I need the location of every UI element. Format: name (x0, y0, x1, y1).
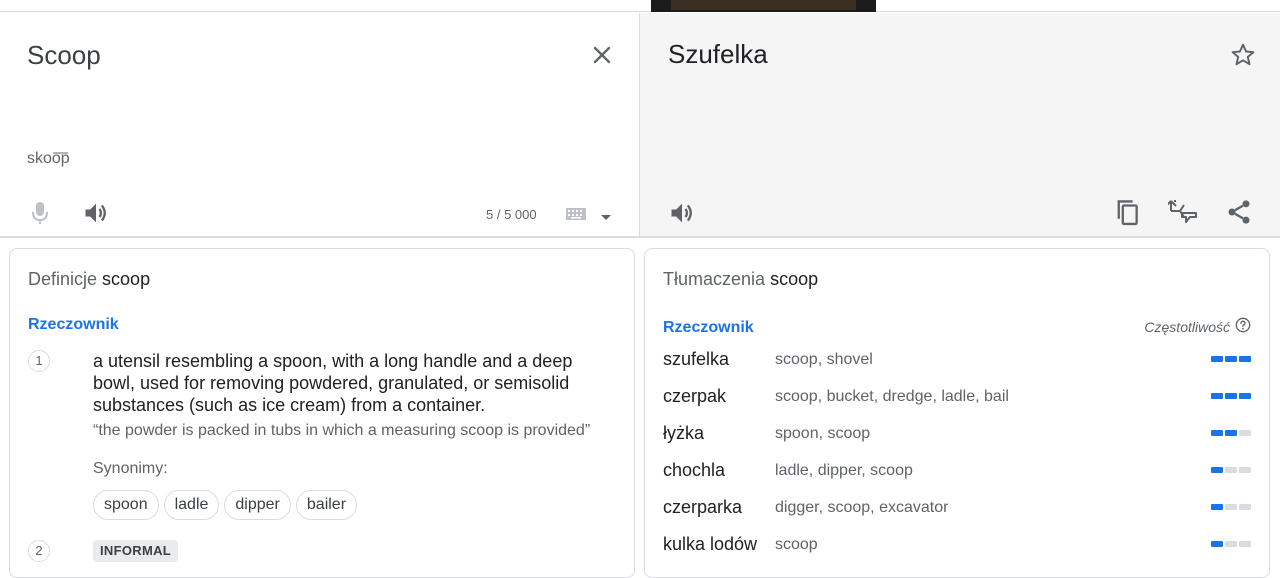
frequency-segment (1239, 504, 1251, 510)
translation-word[interactable]: łyżka (663, 423, 704, 444)
translation-row[interactable]: łyżka spoon, scoop (663, 422, 1251, 459)
frequency-segment (1211, 393, 1223, 399)
frequency-bar (1211, 393, 1251, 399)
translation-word[interactable]: czerpak (663, 386, 726, 407)
frequency-segment (1211, 504, 1223, 510)
frequency-bar (1211, 356, 1251, 362)
translations-title-word: scoop (770, 269, 819, 289)
char-counter: 5 / 5 000 (486, 207, 537, 222)
page-top-strip (0, 0, 1280, 12)
reverse-translations: digger, scoop, excavator (775, 499, 949, 516)
translation-row[interactable]: czerparka digger, scoop, excavator (663, 496, 1251, 533)
translation-output: Szufelka (668, 39, 768, 69)
definition-number: 1 (28, 350, 50, 372)
definitions-title-prefix: Definicje (28, 269, 98, 289)
frequency-segment (1211, 430, 1223, 436)
translations-title-prefix: Tłumaczenia (663, 269, 766, 289)
reverse-translations: scoop, shovel (775, 351, 873, 368)
frequency-bar (1211, 504, 1251, 510)
translation-word[interactable]: szufelka (663, 349, 729, 370)
source-text-input[interactable]: Scoop (27, 40, 101, 71)
frequency-segment (1211, 541, 1223, 547)
translation-word[interactable]: kulka lodów (663, 534, 757, 555)
star-icon[interactable] (1230, 42, 1256, 68)
frequency-segment (1225, 467, 1237, 473)
synonyms-list: spoon ladle dipper bailer (93, 490, 358, 520)
synonyms-label: Synonimy: (93, 460, 168, 477)
frequency-segment (1239, 430, 1251, 436)
part-of-speech: Rzeczownik (28, 316, 119, 333)
transliteration: skoo͞p (27, 150, 70, 167)
frequency-segment (1239, 393, 1251, 399)
frequency-segment (1225, 541, 1237, 547)
panel-divider (0, 236, 1280, 238)
reverse-translations: ladle, dipper, scoop (775, 462, 913, 479)
frequency-header: Częstotliwość (1144, 317, 1251, 336)
synonym-chip[interactable]: ladle (163, 490, 220, 520)
definitions-title-word: scoop (102, 269, 151, 289)
feedback-icon[interactable] (1165, 197, 1200, 227)
definitions-title: Definicje scoop (28, 269, 150, 290)
frequency-segment (1239, 356, 1251, 362)
frequency-segment (1225, 430, 1237, 436)
frequency-bar (1211, 541, 1251, 547)
translation-row[interactable]: kulka lodów scoop (663, 533, 1251, 570)
translations-title: Tłumaczenia scoop (663, 269, 818, 290)
share-icon[interactable] (1225, 198, 1253, 226)
definition-text: a utensil resembling a spoon, with a lon… (93, 351, 573, 415)
frequency-segment (1225, 356, 1237, 362)
reverse-translations: scoop (775, 536, 818, 553)
reverse-translations: spoon, scoop (775, 425, 871, 442)
caret-down-icon[interactable] (600, 209, 612, 220)
translation-word[interactable]: chochla (663, 460, 725, 481)
source-panel: Scoop skoo͞p 5 / 5 000 (0, 13, 639, 236)
frequency-segment (1211, 467, 1223, 473)
thumbnail-image (651, 0, 876, 12)
definition-number: 2 (28, 540, 50, 562)
frequency-bar (1211, 467, 1251, 473)
frequency-bar (1211, 430, 1251, 436)
keyboard-icon[interactable] (565, 206, 589, 222)
translation-row[interactable]: czerpak scoop, bucket, dredge, ladle, ba… (663, 385, 1251, 422)
part-of-speech: Rzeczownik (663, 319, 754, 336)
frequency-segment (1239, 467, 1251, 473)
translations-card: Tłumaczenia scoop Rzeczownik Częstotliwo… (644, 248, 1270, 578)
definition-example: “the powder is packed in tubs in which a… (93, 422, 591, 439)
reverse-translations: scoop, bucket, dredge, ladle, bail (775, 388, 1009, 405)
synonym-chip[interactable]: dipper (224, 490, 291, 520)
synonym-chip[interactable]: bailer (295, 490, 358, 520)
frequency-segment (1211, 356, 1223, 362)
copy-icon[interactable] (1114, 198, 1142, 228)
frequency-segment (1225, 393, 1237, 399)
translation-row[interactable]: chochla ladle, dipper, scoop (663, 459, 1251, 496)
target-panel: Szufelka (639, 13, 1280, 236)
translation-row[interactable]: szufelka scoop, shovel (663, 348, 1251, 385)
frequency-segment (1239, 541, 1251, 547)
frequency-label: Częstotliwość (1144, 318, 1230, 335)
synonym-chip[interactable]: spoon (93, 490, 159, 520)
mic-icon[interactable] (28, 199, 52, 227)
frequency-segment (1225, 504, 1237, 510)
definitions-card: Definicje scoop Rzeczownik 1 a utensil r… (9, 248, 635, 578)
volume-icon[interactable] (82, 199, 110, 227)
volume-icon[interactable] (668, 199, 696, 227)
translation-list: szufelka scoop, shovel czerpak scoop, bu… (663, 348, 1251, 570)
help-icon[interactable] (1235, 317, 1251, 336)
translation-word[interactable]: czerparka (663, 497, 742, 518)
register-badge: INFORMAL (93, 540, 178, 562)
close-icon[interactable] (588, 41, 616, 69)
